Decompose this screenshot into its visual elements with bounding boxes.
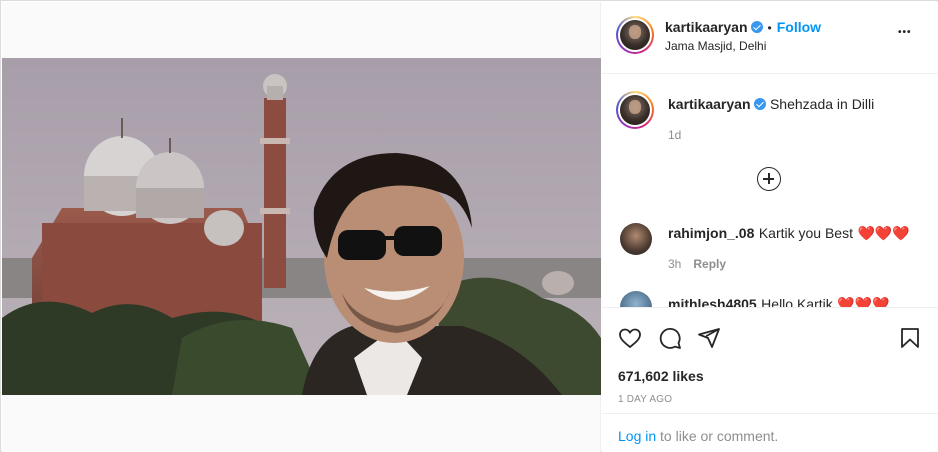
post-sidebar: kartikaaryan • Follow Jama Masjid, Delhi •… — [602, 2, 938, 452]
media-area — [2, 2, 601, 452]
author-username[interactable]: kartikaaryan — [665, 19, 748, 35]
post-header: kartikaaryan • Follow Jama Masjid, Delhi •… — [602, 2, 938, 74]
list-item: rahimjon_.08 Kartik you Best ❤️❤️❤️ — [668, 224, 910, 243]
caption-time[interactable]: 1d — [668, 128, 681, 142]
post-dialog: kartikaaryan • Follow Jama Masjid, Delhi •… — [0, 0, 938, 452]
more-options-icon[interactable]: ••• — [898, 27, 912, 38]
comment-avatar[interactable] — [620, 291, 652, 307]
post-photo[interactable] — [2, 58, 601, 395]
selfie-jama-masjid-image — [2, 58, 601, 395]
separator-dot: • — [767, 21, 772, 35]
verified-badge-icon — [753, 98, 766, 110]
comment-emoji: ❤️❤️❤️ — [837, 296, 890, 307]
add-circle-icon[interactable] — [757, 167, 781, 191]
comment-avatar[interactable] — [620, 223, 652, 255]
author-avatar[interactable] — [616, 16, 654, 54]
comment-username[interactable]: rahimjon_.08 — [668, 225, 754, 241]
list-item: mithlesh4805 Hello Kartik ❤️❤️❤️ — [668, 295, 890, 307]
caption: kartikaaryan Shehzada in Dilli — [668, 95, 874, 114]
location-link[interactable]: Jama Masjid, Delhi — [665, 39, 766, 53]
login-link[interactable]: Log in — [618, 428, 656, 444]
comment-username[interactable]: mithlesh4805 — [668, 296, 757, 307]
comment-text: Hello Kartik — [761, 296, 833, 307]
post-actions: 671,602 likes 1 DAY AGO — [602, 307, 938, 412]
caption-avatar[interactable] — [616, 91, 654, 129]
follow-button[interactable]: Follow — [777, 19, 821, 35]
share-icon[interactable] — [697, 326, 721, 350]
caption-text: Shehzada in Dilli — [769, 96, 875, 112]
caption-username[interactable]: kartikaaryan — [668, 96, 751, 112]
login-prompt-text: to like or comment. — [656, 428, 779, 444]
likes-count[interactable]: 671,602 likes — [618, 368, 704, 384]
login-prompt: Log in to like or comment. — [602, 413, 938, 452]
post-timestamp[interactable]: 1 DAY AGO — [618, 394, 672, 405]
verified-badge-icon — [750, 21, 763, 33]
comment-meta: 3h Reply — [668, 257, 726, 271]
reply-button[interactable]: Reply — [693, 257, 726, 271]
bookmark-icon[interactable] — [898, 326, 922, 350]
comment-time[interactable]: 3h — [668, 257, 681, 271]
comment-text: Kartik you Best — [758, 225, 853, 241]
comment-icon[interactable] — [658, 326, 682, 350]
comment-emoji: ❤️❤️❤️ — [857, 225, 910, 241]
heart-icon[interactable] — [618, 326, 642, 350]
comments-list[interactable]: kartikaaryan Shehzada in Dilli 1d rahimj… — [602, 75, 938, 307]
